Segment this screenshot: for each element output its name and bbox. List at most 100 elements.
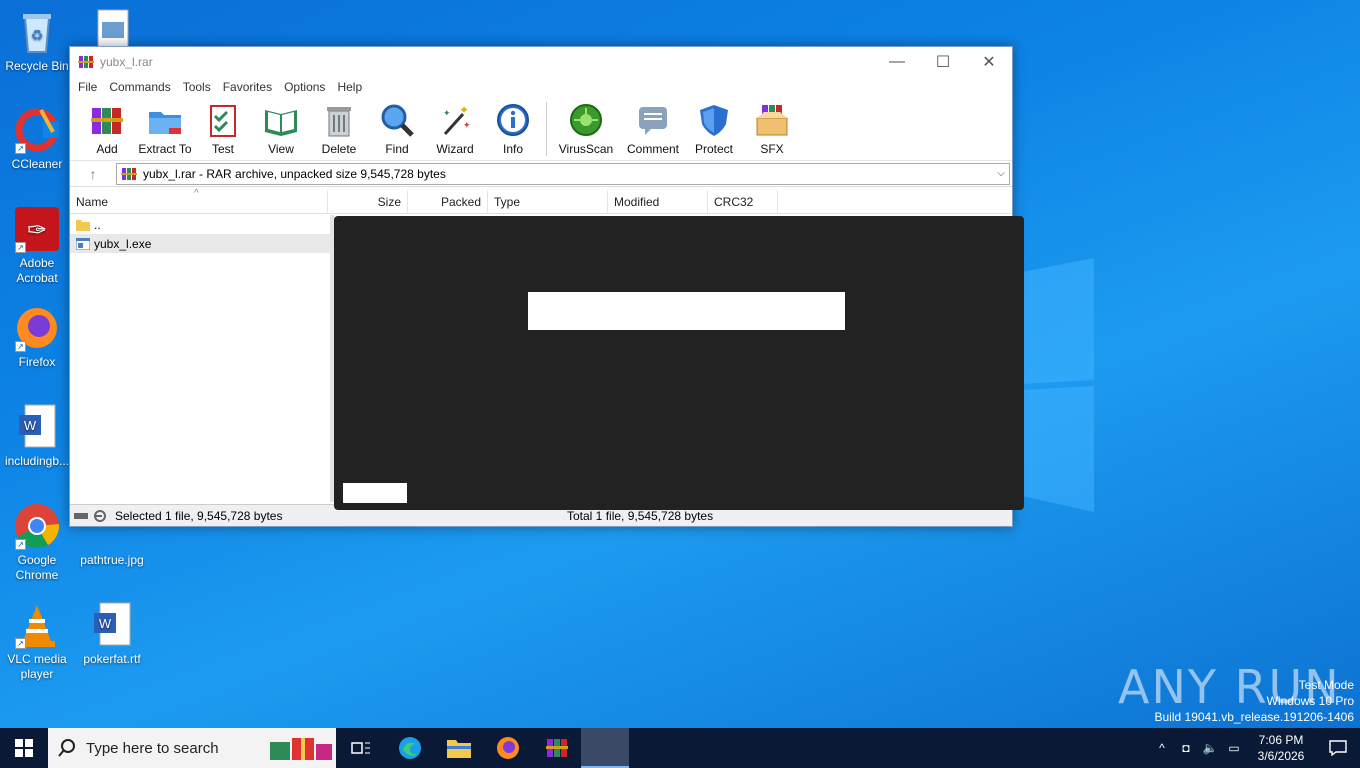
list-item[interactable]: .. xyxy=(70,215,330,234)
view-icon xyxy=(265,110,297,136)
toolbar-info-button[interactable]: Info xyxy=(484,100,542,160)
svg-text:♻: ♻ xyxy=(31,27,44,43)
taskbar-edge[interactable] xyxy=(385,728,434,768)
toolbar-extract-button[interactable]: Extract To xyxy=(136,100,194,160)
virusscan-icon xyxy=(570,104,602,136)
menu-file[interactable]: File xyxy=(72,80,103,94)
menu-help[interactable]: Help xyxy=(331,80,368,94)
shortcut-arrow-icon: ↗ xyxy=(15,242,26,253)
add-icon xyxy=(91,108,123,134)
svg-text:✑: ✑ xyxy=(27,217,47,244)
start-button[interactable] xyxy=(0,728,48,768)
clock-date: 3/6/2026 xyxy=(1257,749,1305,763)
desktop-icon-firefox[interactable]: ↗ Firefox xyxy=(0,304,74,370)
exe-file-icon xyxy=(76,237,90,250)
title-bar[interactable]: yubx_l.rar — ☐ ✕ xyxy=(70,47,1012,77)
firefox-icon xyxy=(496,737,519,759)
redaction-box xyxy=(528,292,845,330)
column-packed[interactable]: Packed xyxy=(408,190,488,214)
shortcut-arrow-icon: ↗ xyxy=(15,539,26,550)
desktop-icon-vlc[interactable]: ↗ VLC media player xyxy=(0,601,74,682)
system-tray: ^ ◘ 🔈 ▭ 7:06 PM 3/6/2026 xyxy=(1150,728,1360,768)
toolbar-protect-button[interactable]: Protect xyxy=(685,100,743,160)
desktop-icon-label: Recycle Bin xyxy=(5,59,69,73)
delete-icon xyxy=(327,107,351,137)
menu-commands[interactable]: Commands xyxy=(103,80,176,94)
winrar-app-icon xyxy=(78,56,94,68)
minimize-button[interactable]: — xyxy=(874,47,920,77)
taskbar-winrar[interactable] xyxy=(532,728,581,768)
desktop-icon-label: includingb... xyxy=(4,454,70,468)
column-name[interactable]: Name ^ xyxy=(70,188,328,214)
toolbar-delete-button[interactable]: Delete xyxy=(310,100,368,160)
comment-icon xyxy=(639,107,667,135)
taskbar-active-app[interactable] xyxy=(581,728,629,768)
window-title: yubx_l.rar xyxy=(100,55,153,69)
up-arrow-icon[interactable]: ↑ xyxy=(70,166,116,182)
desktop-icon-word-doc[interactable]: W includingb... xyxy=(0,403,74,469)
task-view-icon xyxy=(350,742,370,754)
path-combobox[interactable]: yubx_l.rar - RAR archive, unpacked size … xyxy=(116,162,1010,185)
find-icon xyxy=(381,104,414,137)
svg-text:✦: ✦ xyxy=(443,108,451,118)
volume-icon[interactable]: 🔈 xyxy=(1198,741,1222,755)
clock[interactable]: 7:06 PM 3/6/2026 xyxy=(1246,732,1316,764)
menu-options[interactable]: Options xyxy=(278,80,331,94)
menu-favorites[interactable]: Favorites xyxy=(217,80,278,94)
desktop-icon-label: Google Chrome xyxy=(15,553,59,582)
desktop-icon-label: pokerfat.rtf xyxy=(83,652,141,666)
sfx-icon xyxy=(756,105,788,136)
maximize-button[interactable]: ☐ xyxy=(920,47,966,77)
desktop-icon-recycle-bin[interactable]: ♻ Recycle Bin xyxy=(0,8,74,74)
word-document-icon: W xyxy=(88,601,136,649)
desktop-icon-label: Adobe Acrobat xyxy=(16,256,58,285)
toolbar-comment-button[interactable]: Comment xyxy=(621,100,685,160)
chevron-down-icon[interactable]: ⌵ xyxy=(993,168,1009,179)
desktop-icon-pokerfat[interactable]: W pokerfat.rtf xyxy=(75,601,149,667)
notification-button[interactable] xyxy=(1316,740,1360,756)
winrar-icon xyxy=(545,739,568,757)
chevron-up-icon[interactable]: ^ xyxy=(1150,741,1174,755)
notification-icon xyxy=(1329,740,1347,756)
toolbar-add-button[interactable]: Add xyxy=(78,100,136,160)
network-icon[interactable]: ▭ xyxy=(1222,741,1246,755)
taskbar-file-explorer[interactable] xyxy=(434,728,483,768)
toolbar-separator xyxy=(546,102,547,156)
close-button[interactable]: ✕ xyxy=(966,47,1012,77)
toolbar-find-button[interactable]: Find xyxy=(368,100,426,160)
file-list: .. yubx_l.exe xyxy=(70,215,334,502)
column-header: Name ^ Size Packed Type Modified CRC32 xyxy=(70,188,1012,214)
taskbar-firefox[interactable] xyxy=(483,728,532,768)
status-total: Total 1 file, 9,545,728 bytes xyxy=(567,508,714,523)
list-item-selected[interactable]: yubx_l.exe xyxy=(70,234,330,253)
toolbar-test-button[interactable]: Test xyxy=(194,100,252,160)
search-icon xyxy=(58,739,75,757)
desktop-icon-label: VLC media player xyxy=(7,652,67,681)
toolbar-wizard-button[interactable]: ✦ ✦ ✦ Wizard xyxy=(426,100,484,160)
column-crc32[interactable]: CRC32 xyxy=(708,190,778,214)
protect-icon xyxy=(700,105,728,136)
toolbar-view-button[interactable]: View xyxy=(252,100,310,160)
menu-tools[interactable]: Tools xyxy=(177,80,217,94)
desktop-icon-google-chrome[interactable]: ↗ Google Chrome xyxy=(0,502,74,583)
task-view-button[interactable] xyxy=(336,728,385,768)
toolbar-virusscan-button[interactable]: VirusScan xyxy=(551,100,621,160)
toolbar-sfx-button[interactable]: SFX xyxy=(743,100,801,160)
shortcut-arrow-icon: ↗ xyxy=(15,341,26,352)
sort-ascending-icon: ^ xyxy=(194,188,199,199)
word-document-icon: W xyxy=(13,403,61,451)
rar-archive-icon xyxy=(121,167,137,180)
svg-text:W: W xyxy=(24,418,37,433)
folder-icon xyxy=(76,219,90,231)
column-type[interactable]: Type xyxy=(488,190,608,214)
desktop-icon-label: Firefox xyxy=(18,355,56,369)
drive-icon xyxy=(74,509,106,522)
desktop-icon-adobe-acrobat[interactable]: ✑ ↗ Adobe Acrobat xyxy=(0,205,74,286)
meet-now-icon[interactable]: ◘ xyxy=(1174,741,1198,755)
desktop-icon-label: CCleaner xyxy=(11,157,63,171)
taskbar-search-box[interactable]: Type here to search xyxy=(48,728,336,768)
desktop-icon-ccleaner[interactable]: ↗ CCleaner xyxy=(0,106,74,172)
column-size[interactable]: Size xyxy=(328,190,408,214)
svg-text:✦: ✦ xyxy=(459,103,469,117)
column-modified[interactable]: Modified xyxy=(608,190,708,214)
